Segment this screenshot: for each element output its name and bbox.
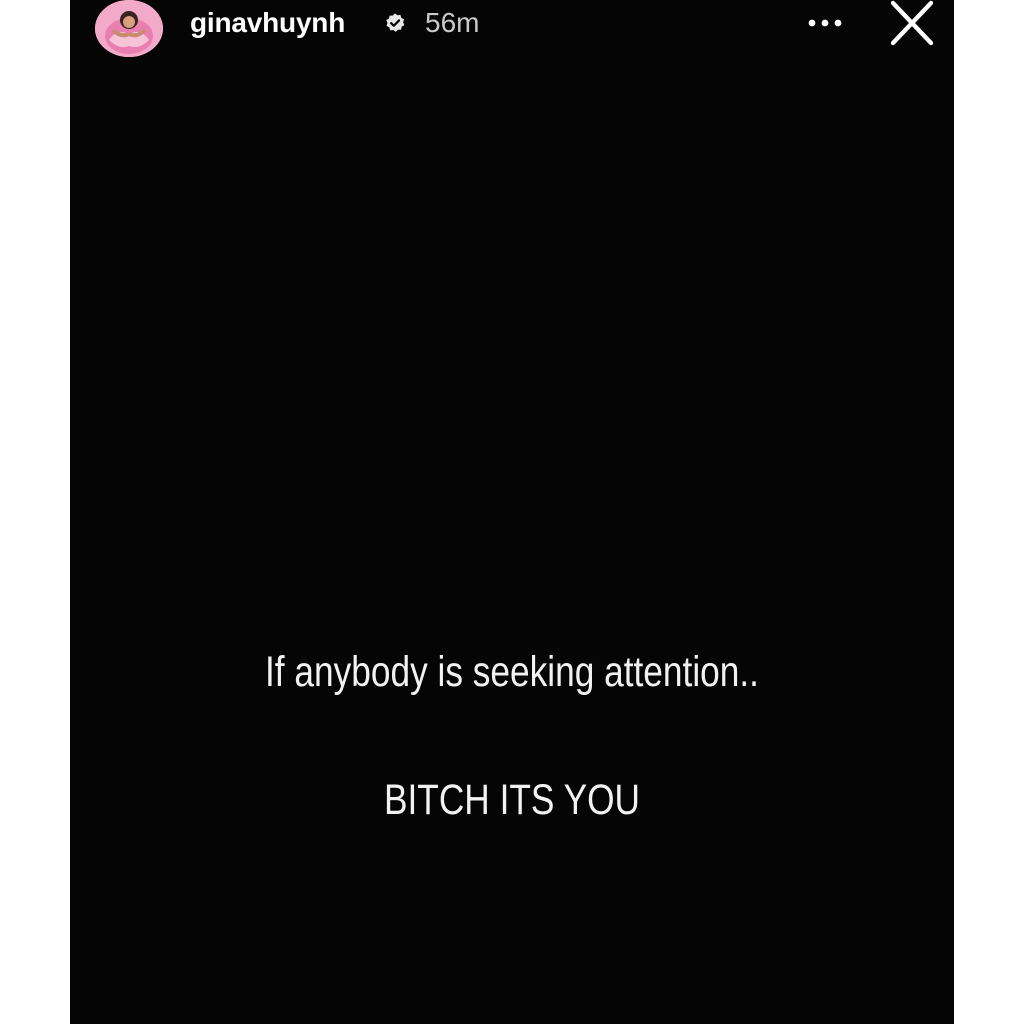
story-text-line-2: BITCH ITS YOU (383, 776, 640, 824)
more-options-icon (808, 19, 842, 27)
story-header: ginavhuynh 56m (70, 0, 954, 57)
screenshot-canvas: ginavhuynh 56m If anybody is seeking att (0, 0, 1024, 1024)
close-icon (890, 0, 934, 46)
close-button[interactable] (888, 0, 936, 48)
profile-avatar[interactable] (95, 0, 163, 57)
story-username[interactable]: ginavhuynh (190, 3, 345, 43)
story-text-line-1: If anybody is seeking attention.. (265, 648, 759, 696)
story-timestamp: 56m (425, 7, 480, 38)
more-options-button[interactable] (802, 8, 848, 38)
verified-badge-icon (386, 13, 405, 32)
story-viewer[interactable]: ginavhuynh 56m If anybody is seeking att (70, 0, 954, 1024)
